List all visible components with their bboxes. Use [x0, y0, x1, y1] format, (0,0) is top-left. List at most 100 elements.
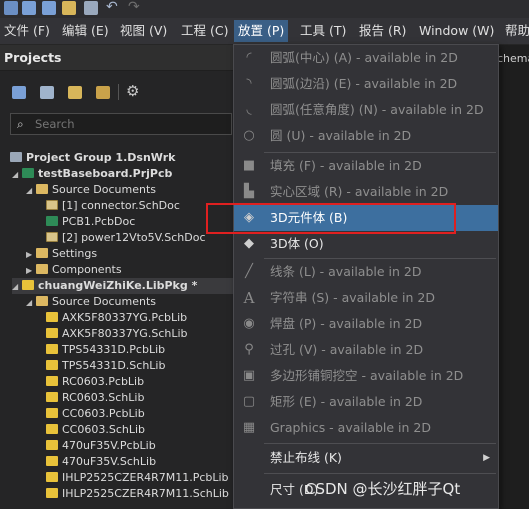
string-icon: A [243, 289, 255, 307]
quick-access-toolbar: ↶ ↷ [0, 0, 529, 18]
tree-item-library[interactable]: RC0603.PcbLib [46, 374, 144, 390]
project-options-icon[interactable] [40, 86, 54, 99]
open-project-icon[interactable] [68, 86, 82, 99]
tree-label: Settings [52, 247, 98, 260]
menu-separator [264, 473, 496, 474]
menu-item-fill[interactable]: ■ 填充 (F) - available in 2D [234, 153, 498, 179]
panel-toolbar: ⚙ [0, 72, 233, 112]
tree-label: RC0603.PcbLib [62, 375, 145, 388]
menu-item-solid-region[interactable]: ▙ 实心区域 (R) - available in 2D [234, 179, 498, 205]
menu-item-label: 圆弧(任意角度) (N) - available in 2D [270, 102, 484, 117]
tree-item-document[interactable]: [2] power12Vto5V.SchDoc [46, 230, 206, 246]
highlight-annotation-box [206, 203, 456, 234]
menu-item-label: 线条 (L) - available in 2D [270, 264, 422, 279]
search-box[interactable]: ⌕ [10, 113, 232, 135]
tree-item-project-group[interactable]: Project Group 1.DsnWrk [10, 150, 175, 166]
tree-item-document[interactable]: [1] connector.SchDoc [46, 198, 180, 214]
project-folder-icon[interactable] [96, 86, 110, 99]
open-document-icon[interactable] [84, 1, 98, 15]
tree-label: testBaseboard.PrjPcb [38, 167, 173, 180]
expand-arrow-icon[interactable]: ◢ [12, 167, 22, 183]
tree-item-libpkg[interactable]: ◢ chuangWeiZhiKe.LibPkg * [12, 278, 233, 294]
gear-icon[interactable]: ⚙ [126, 82, 139, 100]
place-menu-dropdown: ◜ 圆弧(中心) (A) - available in 2D ◝ 圆弧(边沿) (E… [233, 44, 499, 509]
fill-icon: ■ [242, 158, 256, 173]
menu-item-label: 3D体 (O) [270, 236, 324, 251]
schematic-library-icon [46, 456, 58, 466]
tree-item-project[interactable]: ◢ testBaseboard.PrjPcb [12, 166, 172, 182]
tree-item-library[interactable]: RC0603.SchLib [46, 390, 144, 406]
menu-tools[interactable]: 工具 (T) [296, 22, 350, 40]
expand-arrow-icon[interactable]: ◢ [26, 183, 36, 199]
undo-icon[interactable]: ↶ [106, 0, 118, 15]
menu-edit[interactable]: 编辑 (E) [58, 22, 113, 40]
tree-item-library[interactable]: IHLP2525CZER4R7M11.PcbLib [46, 470, 229, 486]
app-icon[interactable] [4, 1, 18, 15]
menu-item-circle[interactable]: ○ 圆 (U) - available in 2D [234, 123, 498, 149]
save-all-icon[interactable] [42, 1, 56, 15]
tree-item-folder[interactable]: ▶ Settings [26, 246, 97, 262]
folder-icon [36, 296, 48, 306]
editor-area [497, 45, 529, 509]
menu-item-string[interactable]: A 字符串 (S) - available in 2D [234, 285, 498, 311]
menu-place[interactable]: 放置 (P) [234, 20, 289, 42]
panel-title: Projects [0, 45, 233, 71]
line-icon: ╱ [245, 264, 253, 279]
tree-label: Source Documents [52, 183, 156, 196]
menu-item-pad[interactable]: ◉ 焊盘 (P) - available in 2D [234, 311, 498, 337]
menu-item-3d-body[interactable]: ◆ 3D体 (O) [234, 231, 498, 257]
tree-item-library[interactable]: IHLP2525CZER4R7M11.SchLib [46, 486, 229, 502]
save-icon[interactable] [22, 1, 36, 15]
menu-item-graphics[interactable]: ▦ Graphics - available in 2D [234, 415, 498, 441]
tree-item-library[interactable]: 470uF35V.SchLib [46, 454, 156, 470]
schematic-library-icon [46, 424, 58, 434]
menu-item-line[interactable]: ╱ 线条 (L) - available in 2D [234, 259, 498, 285]
menu-item-label: 焊盘 (P) - available in 2D [270, 316, 423, 331]
tree-item-library[interactable]: TPS54331D.PcbLib [46, 342, 165, 358]
schematic-doc-icon [46, 232, 58, 242]
pcb-library-icon [46, 344, 58, 354]
menu-item-via[interactable]: ⚲ 过孔 (V) - available in 2D [234, 337, 498, 363]
tree-item-library[interactable]: CC0603.SchLib [46, 422, 145, 438]
menu-file[interactable]: 文件 (F) [0, 22, 54, 40]
menu-item-keepout[interactable]: 禁止布线 (K) ▶ [234, 445, 498, 471]
folder-icon [36, 184, 48, 194]
document-tab[interactable]: chema [497, 52, 529, 65]
menu-project[interactable]: 工程 (C) [177, 22, 232, 40]
redo-icon[interactable]: ↷ [128, 0, 140, 15]
tree-item-library[interactable]: 470uF35V.PcbLib [46, 438, 156, 454]
menu-item-rectangle[interactable]: ▢ 矩形 (E) - available in 2D [234, 389, 498, 415]
tree-label: IHLP2525CZER4R7M11.SchLib [62, 487, 229, 500]
menu-item-arc-center[interactable]: ◜ 圆弧(中心) (A) - available in 2D [234, 45, 498, 71]
menu-window[interactable]: Window (W) [415, 22, 498, 40]
tree-label: chuangWeiZhiKe.LibPkg * [38, 279, 198, 292]
collapse-arrow-icon[interactable]: ▶ [26, 247, 36, 263]
expand-arrow-icon[interactable]: ◢ [12, 279, 22, 295]
tree-item-library[interactable]: CC0603.PcbLib [46, 406, 145, 422]
circle-icon: ○ [243, 128, 255, 143]
menu-item-arc-edge[interactable]: ◝ 圆弧(边沿) (E) - available in 2D [234, 71, 498, 97]
tree-item-library[interactable]: AXK5F80337YG.SchLib [46, 326, 188, 342]
open-folder-icon[interactable] [62, 1, 76, 15]
collapse-arrow-icon[interactable]: ▶ [26, 263, 36, 279]
tree-label: 470uF35V.PcbLib [62, 439, 156, 452]
tree-item-library[interactable]: AXK5F80337YG.PcbLib [46, 310, 187, 326]
search-icon: ⌕ [17, 117, 24, 131]
menu-help[interactable]: 帮助 [501, 22, 529, 40]
arc-center-icon: ◜ [246, 50, 252, 65]
pcb-library-icon [46, 472, 58, 482]
tree-item-document[interactable]: PCB1.PcbDoc [46, 214, 135, 230]
save-project-icon[interactable] [12, 86, 26, 99]
tree-label: CC0603.PcbLib [62, 407, 145, 420]
menu-item-polygon-cutout[interactable]: ▣ 多边形铺铜挖空 - available in 2D [234, 363, 498, 389]
tree-item-library[interactable]: TPS54331D.SchLib [46, 358, 165, 374]
tree-item-folder[interactable]: ▶ Components [26, 262, 122, 278]
tree-item-folder[interactable]: ◢ Source Documents [26, 294, 156, 310]
arc-edge-icon: ◝ [246, 76, 252, 91]
menu-item-arc-any[interactable]: ◟ 圆弧(任意角度) (N) - available in 2D [234, 97, 498, 123]
menu-view[interactable]: 视图 (V) [116, 22, 171, 40]
tree-item-folder[interactable]: ◢ Source Documents [26, 182, 156, 198]
search-input[interactable] [35, 116, 225, 132]
expand-arrow-icon[interactable]: ◢ [26, 295, 36, 311]
menu-reports[interactable]: 报告 (R) [355, 22, 410, 40]
